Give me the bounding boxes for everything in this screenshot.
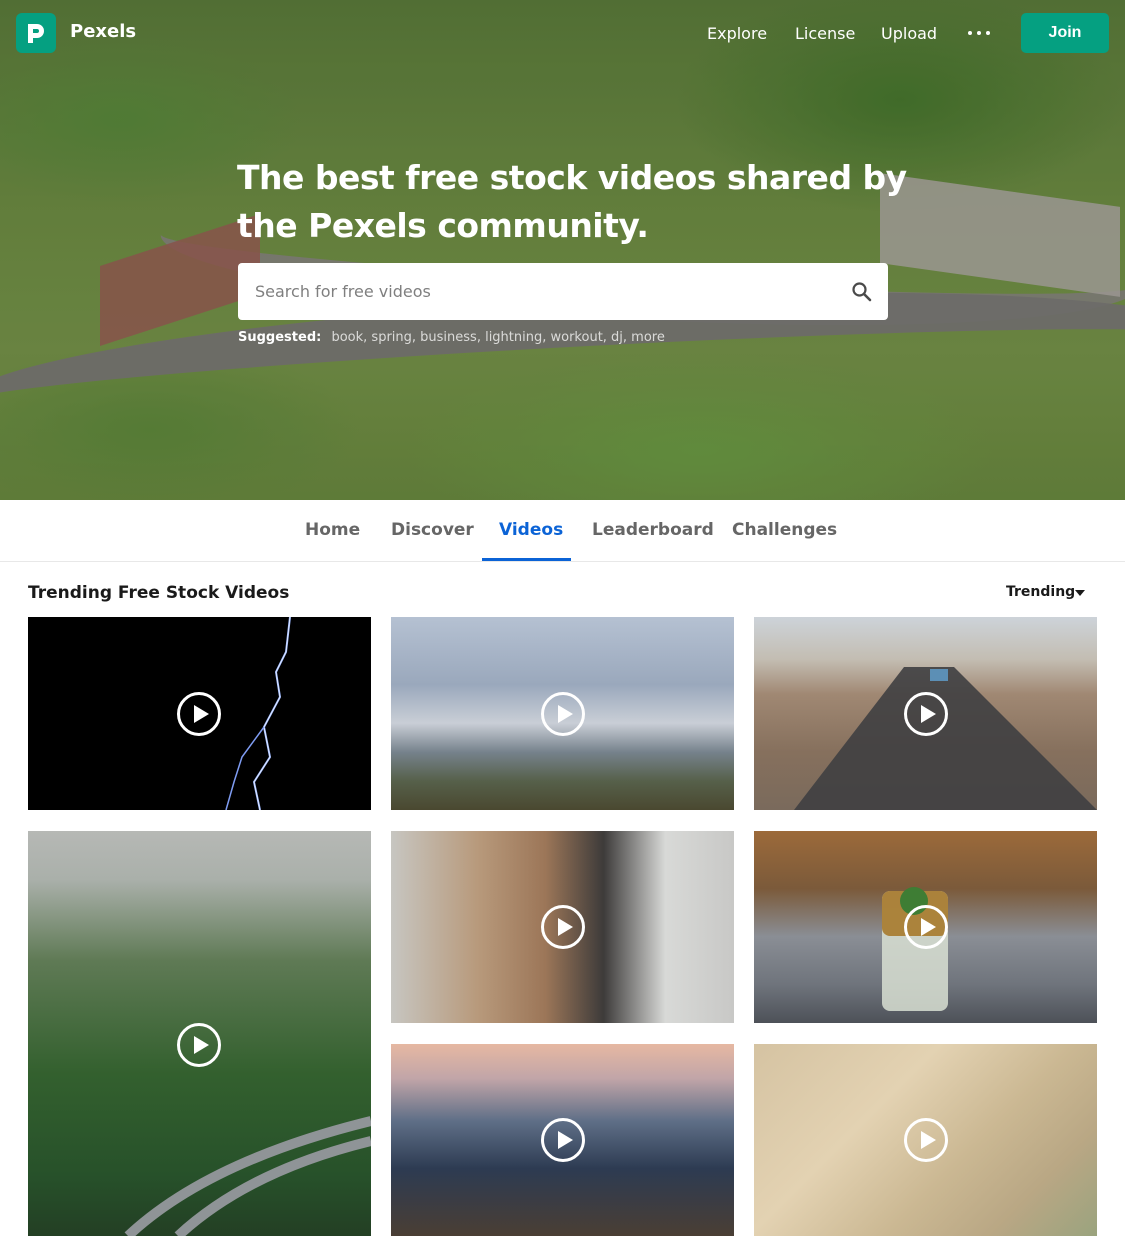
suggested-searches: Suggested: book, spring, business, light… [238, 330, 665, 345]
search-bar [238, 263, 888, 320]
pexels-logo-icon[interactable] [16, 13, 56, 53]
section-tabs: Home Discover Videos Leaderboard Challen… [0, 500, 1125, 562]
sort-dropdown[interactable]: Trending [1006, 584, 1075, 600]
tab-discover[interactable]: Discover [391, 520, 474, 540]
video-thumbnail[interactable] [28, 617, 371, 810]
play-icon[interactable] [904, 1118, 948, 1162]
section-title: Trending Free Stock Videos [28, 583, 290, 603]
video-thumbnail[interactable] [754, 831, 1097, 1023]
nav-license-link[interactable]: License [795, 24, 855, 43]
brand-name[interactable]: Pexels [70, 21, 136, 42]
top-navigation: Pexels Explore License Upload Join [0, 0, 1125, 68]
tab-videos[interactable]: Videos [499, 520, 563, 540]
join-button[interactable]: Join [1021, 13, 1109, 53]
video-thumbnail[interactable] [28, 831, 371, 1236]
search-input[interactable] [238, 263, 828, 320]
tab-home[interactable]: Home [305, 520, 360, 540]
search-icon[interactable] [850, 280, 874, 304]
video-thumbnail[interactable] [391, 1044, 734, 1236]
active-tab-indicator [482, 558, 571, 561]
video-thumbnail[interactable] [391, 617, 734, 810]
play-icon[interactable] [541, 905, 585, 949]
play-icon[interactable] [541, 1118, 585, 1162]
suggested-tags[interactable]: book, spring, business, lightning, worko… [331, 330, 664, 345]
suggested-label: Suggested: [238, 330, 322, 345]
ellipsis-icon[interactable] [968, 22, 990, 44]
hero-banner: Pexels Explore License Upload Join The b… [0, 0, 1125, 500]
video-thumbnail[interactable] [754, 1044, 1097, 1236]
video-thumbnail[interactable] [754, 617, 1097, 810]
play-icon[interactable] [541, 692, 585, 736]
play-icon[interactable] [904, 905, 948, 949]
hero-overlay [0, 0, 1125, 500]
nav-explore-link[interactable]: Explore [707, 24, 767, 43]
nav-upload-link[interactable]: Upload [881, 24, 937, 43]
video-thumbnail[interactable] [391, 831, 734, 1023]
caret-down-icon[interactable] [1075, 590, 1085, 596]
tab-leaderboard[interactable]: Leaderboard [592, 520, 714, 540]
play-icon[interactable] [177, 1023, 221, 1067]
tab-challenges[interactable]: Challenges [732, 520, 837, 540]
play-icon[interactable] [904, 692, 948, 736]
play-icon[interactable] [177, 692, 221, 736]
hero-headline: The best free stock videos shared by the… [237, 158, 907, 245]
